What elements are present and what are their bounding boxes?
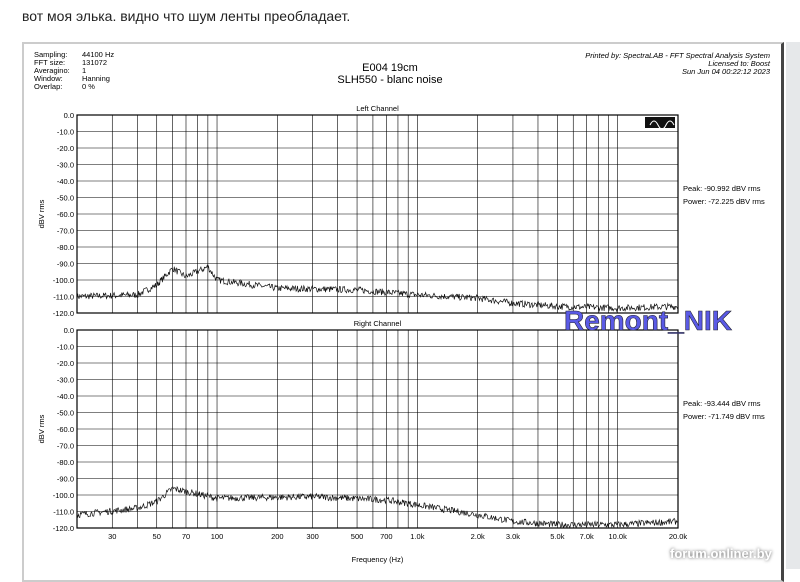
- y-tick-label: -80.0: [57, 243, 74, 252]
- channel-stat: Power: -71.749 dBV rms: [683, 412, 765, 421]
- x-axis-label: Frequency (Hz): [352, 555, 404, 564]
- y-tick-label: -110.0: [53, 293, 74, 302]
- y-tick-label: -40.0: [57, 177, 74, 186]
- channel-label: Left Channel: [356, 104, 399, 113]
- trace-toolbar-icon: [645, 117, 675, 128]
- y-tick-label: -30.0: [57, 376, 74, 385]
- y-tick-label: -60.0: [57, 210, 74, 219]
- x-tick-label: 100: [211, 532, 224, 541]
- channel-stat: Peak: -90.992 dBV rms: [683, 184, 761, 193]
- y-tick-label: -90.0: [57, 475, 74, 484]
- y-axis-label: dBV rms: [37, 199, 46, 228]
- x-tick-label: 50: [153, 532, 161, 541]
- y-tick-label: -70.0: [57, 227, 74, 236]
- y-tick-label: -100.0: [53, 276, 74, 285]
- channel-stat: Peak: -93.444 dBV rms: [683, 399, 761, 408]
- y-tick-label: -90.0: [57, 260, 74, 269]
- x-tick-label: 7.0k: [580, 532, 594, 541]
- y-tick-label: 0.0: [64, 111, 74, 120]
- chart-title: E004 19cm: [362, 62, 418, 74]
- y-axis-label: dBV rms: [37, 414, 46, 443]
- x-tick-label: 3.0k: [506, 532, 520, 541]
- x-tick-label: 5.0k: [550, 532, 564, 541]
- y-tick-label: -10.0: [57, 128, 74, 137]
- author-watermark: Remont_NIK: [564, 305, 732, 336]
- chart-subtitle: SLH550 - blanc noise: [337, 74, 442, 86]
- x-tick-label: 300: [306, 532, 319, 541]
- x-tick-label: 70: [182, 532, 190, 541]
- x-tick-label: 10.0k: [609, 532, 628, 541]
- channel-label: Right Channel: [354, 319, 402, 328]
- x-tick-label: 20.0k: [669, 532, 688, 541]
- y-tick-label: -60.0: [57, 425, 74, 434]
- info-label: Overlap:: [34, 82, 62, 91]
- y-tick-label: 0.0: [64, 326, 74, 335]
- y-tick-label: -110.0: [53, 508, 74, 517]
- y-tick-label: -10.0: [57, 343, 74, 352]
- y-tick-label: -20.0: [57, 359, 74, 368]
- spectrum-chart: Sampling: 44100 HzFFT size: 131072Averagin…: [34, 50, 771, 564]
- y-tick-label: -20.0: [57, 144, 74, 153]
- y-tick-label: -70.0: [57, 442, 74, 451]
- y-tick-label: -50.0: [57, 409, 74, 418]
- print-info: Sun Jun 04 00:22:12 2023: [682, 67, 771, 76]
- x-tick-label: 1.0k: [410, 532, 424, 541]
- y-tick-label: -80.0: [57, 458, 74, 467]
- info-value: 0 %: [82, 82, 95, 91]
- x-tick-label: 2.0k: [471, 532, 485, 541]
- y-tick-label: -120.0: [53, 524, 74, 533]
- x-tick-label: 200: [271, 532, 284, 541]
- site-watermark: forum.onliner.by: [670, 546, 772, 561]
- y-tick-label: -40.0: [57, 392, 74, 401]
- channel-stat: Power: -72.225 dBV rms: [683, 197, 765, 206]
- x-tick-label: 700: [380, 532, 393, 541]
- y-tick-label: -120.0: [53, 309, 74, 318]
- y-tick-label: -50.0: [57, 194, 74, 203]
- y-tick-label: -30.0: [57, 161, 74, 170]
- x-tick-label: 30: [108, 532, 116, 541]
- y-tick-label: -100.0: [53, 491, 74, 500]
- x-tick-label: 500: [351, 532, 364, 541]
